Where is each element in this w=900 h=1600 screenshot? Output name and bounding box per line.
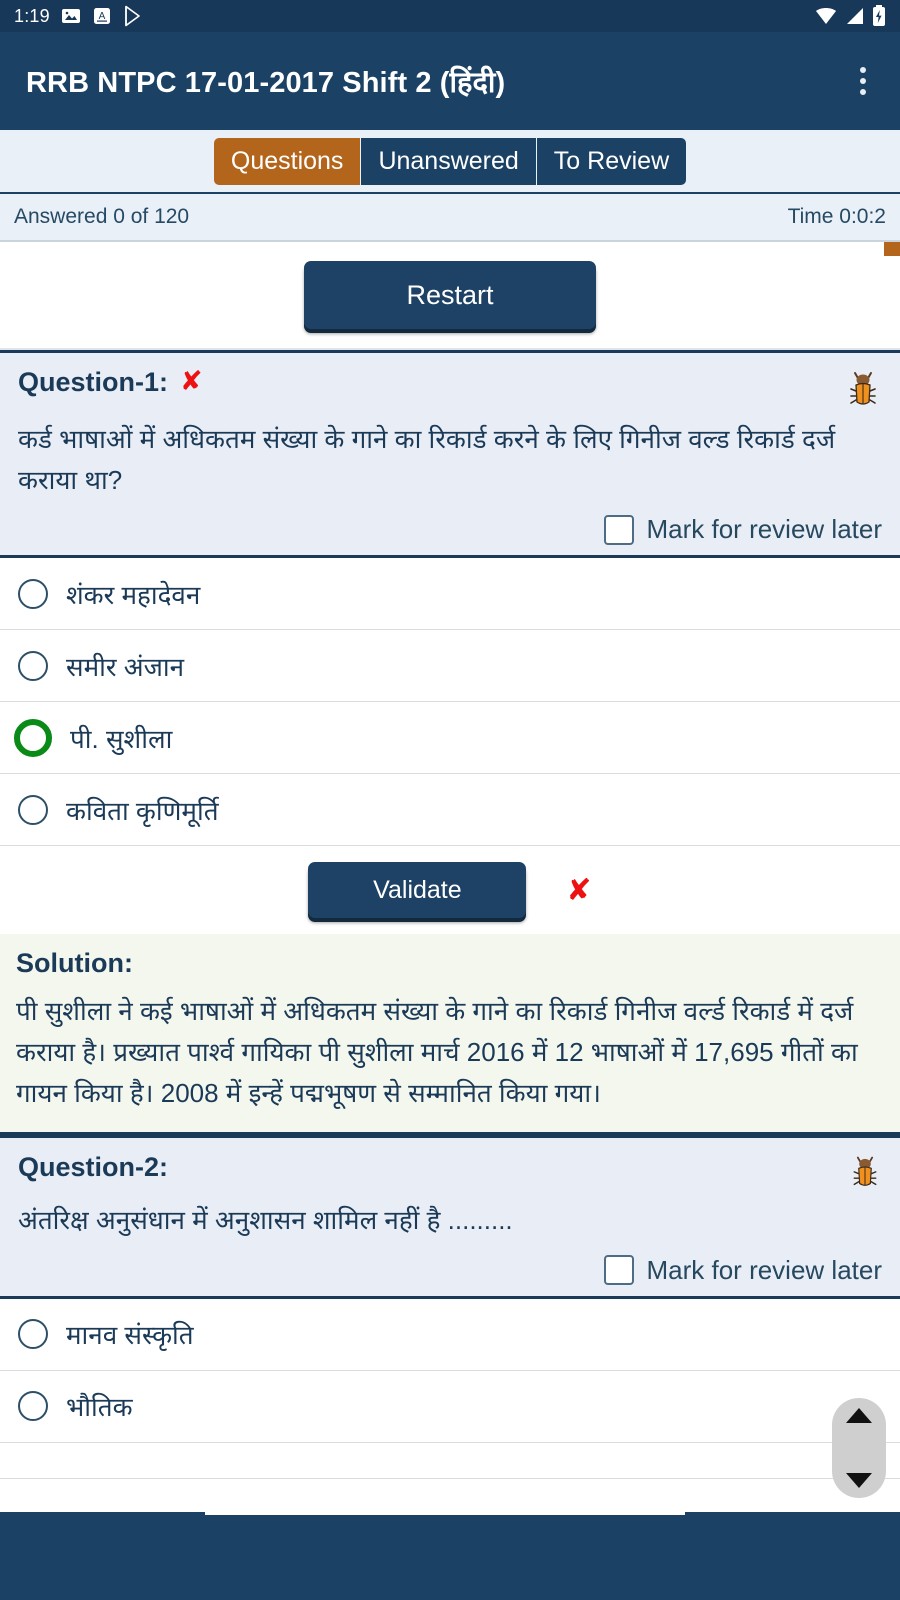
- option-label: पी. सुशीला: [70, 723, 173, 754]
- option-radio-icon[interactable]: [18, 1391, 48, 1422]
- validate-result-icon: ✘: [566, 873, 592, 907]
- screenshot-a-icon: A: [92, 6, 112, 26]
- question-1-validate-row: Validate ✘: [0, 846, 900, 935]
- tab-to-review[interactable]: To Review: [536, 137, 687, 185]
- scroll-indicator: [884, 242, 900, 256]
- tab-bar: Questions Unanswered To Review: [0, 130, 900, 194]
- fast-scroll-thumb[interactable]: [832, 1398, 886, 1498]
- bug-report-icon[interactable]: [844, 367, 882, 409]
- tab-unanswered[interactable]: Unanswered: [361, 137, 537, 185]
- play-store-icon: [123, 5, 143, 27]
- option-row[interactable]: मानव संस्कृति: [0, 1299, 900, 1371]
- option-row[interactable]: कविता कृणिमूर्ति: [0, 774, 900, 847]
- question-1-mark-review-row: Mark for review later: [18, 514, 882, 545]
- option-row[interactable]: समीर अंजान: [0, 630, 900, 703]
- status-bar-clock: 1:19: [14, 5, 50, 26]
- gesture-handle[interactable]: [205, 1512, 685, 1515]
- overflow-dot: [860, 89, 866, 95]
- question-1-result-icon: ✘: [180, 366, 203, 396]
- question-2-label: Question-2:: [18, 1152, 169, 1183]
- option-label: कविता कृणिमूर्ति: [66, 795, 219, 826]
- question-2-text: अंतरिक्ष अनुसंधान में अनुशासन शामिल नहीं…: [18, 1205, 513, 1236]
- image-icon: [61, 6, 81, 26]
- cellular-signal-icon: [845, 6, 865, 26]
- question-1-solution: Solution: पी सुशीला ने कई भाषाओं में अधि…: [0, 934, 900, 1136]
- question-list: Restart Question-1: ✘ कर्ड भाषाओं में अध…: [0, 242, 900, 1479]
- triangle-down-icon[interactable]: [846, 1473, 872, 1488]
- option-label: शंकर महादेवन: [66, 579, 201, 610]
- tab-questions[interactable]: Questions: [213, 137, 362, 185]
- option-row[interactable]: शंकर महादेवन: [0, 558, 900, 631]
- validate-button[interactable]: Validate: [308, 862, 527, 919]
- option-row[interactable]: पी. सुशीला: [0, 702, 900, 775]
- elapsed-time: Time 0:0:2: [787, 205, 886, 228]
- system-navigation-bar: [0, 1512, 900, 1600]
- question-1-label: Question-1:: [18, 367, 169, 397]
- mark-for-review-checkbox[interactable]: [603, 1255, 634, 1286]
- wifi-icon: [814, 6, 838, 26]
- page-title: RRB NTPC 17-01-2017 Shift 2 (हिंदी): [26, 66, 506, 99]
- solution-text: पी सुशीला ने कई भाषाओं में अधिकतम संख्या…: [16, 996, 858, 1109]
- question-2-mark-review-row: Mark for review later: [18, 1255, 882, 1286]
- option-radio-icon[interactable]: [18, 578, 48, 609]
- battery-charging-icon: [872, 5, 886, 27]
- option-row[interactable]: भौतिक: [0, 1371, 900, 1443]
- progress-bar: Answered 0 of 120 Time 0:0:2: [0, 194, 900, 242]
- option-label: भौतिक: [66, 1392, 133, 1423]
- tab-group: Questions Unanswered To Review: [213, 137, 687, 185]
- question-2-header: Question-2: अंतरिक्ष अनुसंधान में अनुशास…: [0, 1135, 900, 1299]
- overflow-dot: [860, 67, 866, 73]
- solution-title: Solution:: [16, 948, 133, 979]
- mark-for-review-checkbox[interactable]: [603, 514, 634, 545]
- question-2-options: मानव संस्कृति भौतिक: [0, 1298, 900, 1479]
- bug-report-icon[interactable]: [848, 1152, 882, 1190]
- app-screen: 1:19 A RRB NTPC 17-01-2017 Shift 2 (हिंद…: [0, 0, 900, 1600]
- status-bar: 1:19 A: [0, 0, 900, 32]
- mark-for-review-label: Mark for review later: [646, 514, 883, 545]
- option-radio-icon[interactable]: [18, 794, 48, 825]
- svg-text:A: A: [99, 11, 106, 22]
- question-1-title-row: Question-1: ✘: [18, 367, 882, 409]
- question-1-options: शंकर महादेवन समीर अंजान पी. सुशीला कविता…: [0, 558, 900, 847]
- option-radio-icon-correct[interactable]: [14, 718, 52, 757]
- overflow-dot: [860, 78, 866, 84]
- option-radio-icon[interactable]: [18, 650, 48, 681]
- answered-count: Answered 0 of 120: [14, 205, 190, 228]
- app-bar: RRB NTPC 17-01-2017 Shift 2 (हिंदी): [0, 32, 900, 130]
- option-label: समीर अंजान: [66, 651, 185, 682]
- question-2-title-row: Question-2:: [18, 1152, 882, 1190]
- option-row[interactable]: [0, 1443, 900, 1479]
- status-bar-left: 1:19 A: [14, 5, 143, 27]
- restart-section: Restart: [0, 242, 900, 350]
- question-1-text: कर्ड भाषाओं में अधिकतम संख्या के गाने का…: [18, 424, 836, 495]
- status-bar-right: [814, 5, 886, 27]
- restart-button[interactable]: Restart: [304, 261, 596, 329]
- option-radio-icon[interactable]: [18, 1319, 48, 1350]
- mark-for-review-label: Mark for review later: [646, 1254, 883, 1285]
- triangle-up-icon[interactable]: [846, 1408, 872, 1423]
- option-label: मानव संस्कृति: [66, 1320, 194, 1351]
- question-1-header: Question-1: ✘ कर्ड भाषाओं में अधिकतम संख…: [0, 350, 900, 559]
- overflow-menu-icon[interactable]: [852, 59, 874, 103]
